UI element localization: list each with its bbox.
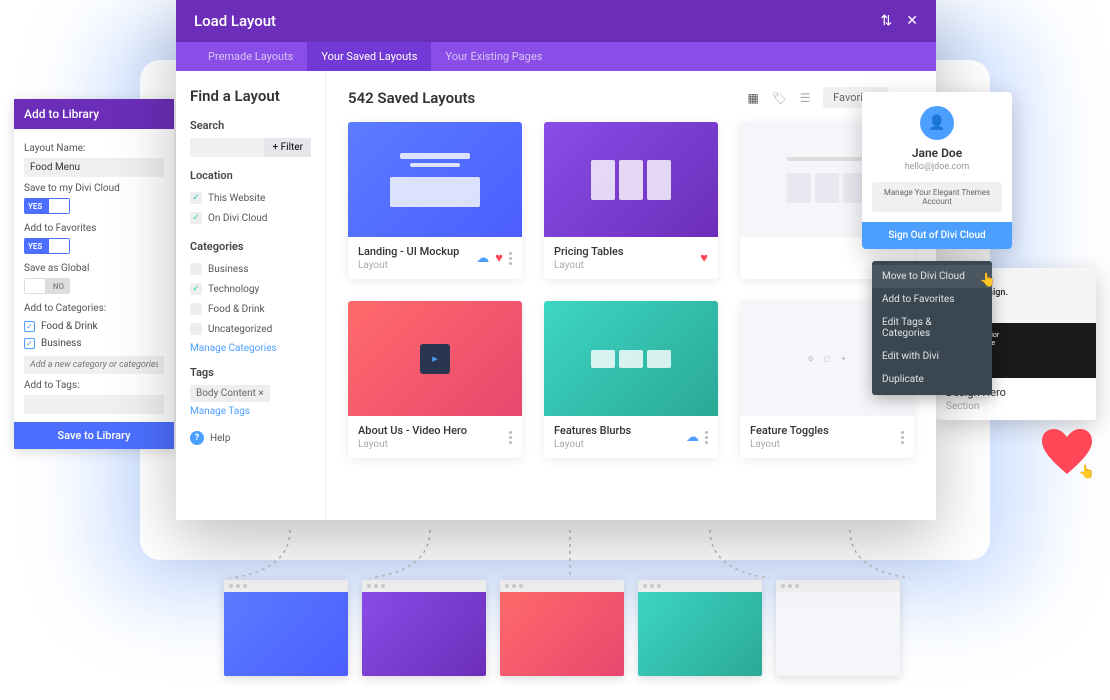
- add-fav-label: Add to Favorites: [24, 223, 164, 234]
- card-menu-icon[interactable]: [901, 431, 904, 444]
- cat-row[interactable]: ✓Food & Drink: [24, 318, 164, 335]
- tab-premade[interactable]: Premade Layouts: [194, 42, 307, 71]
- mini-thumb[interactable]: [638, 580, 762, 676]
- library-header: Add to Library: [14, 99, 174, 129]
- category-option[interactable]: Business: [190, 259, 311, 279]
- mini-thumb[interactable]: [362, 580, 486, 676]
- help-link[interactable]: ?Help: [190, 431, 311, 445]
- menu-item-edit-tags[interactable]: Edit Tags & Categories: [872, 311, 992, 345]
- grid-view-icon[interactable]: ▦: [745, 90, 761, 106]
- help-icon: ?: [190, 431, 204, 445]
- location-option[interactable]: ✓On Divi Cloud: [190, 208, 311, 228]
- mini-thumb[interactable]: [500, 580, 624, 676]
- card-menu-icon[interactable]: [705, 431, 708, 444]
- layout-card[interactable]: Landing - UI MockupLayout☁♥: [348, 122, 522, 279]
- menu-item-edit-divi[interactable]: Edit with Divi: [872, 345, 992, 368]
- location-option[interactable]: ✓This Website: [190, 188, 311, 208]
- cursor-icon: 👆: [1079, 465, 1095, 480]
- content-title: 542 Saved Layouts: [348, 89, 475, 107]
- account-popup: 👤 Jane Doe hello@jdoe.com Manage Your El…: [862, 92, 1012, 249]
- card-thumbnail: [544, 301, 718, 416]
- list-view-icon[interactable]: ☰: [797, 90, 813, 106]
- mini-thumbnail-strip: [224, 580, 900, 676]
- menu-item-duplicate[interactable]: Duplicate: [872, 368, 992, 391]
- search-input[interactable]: [190, 138, 264, 157]
- add-tags-label: Add to Tags:: [24, 380, 164, 391]
- manage-categories-link[interactable]: Manage Categories: [190, 343, 311, 354]
- card-menu-icon[interactable]: [509, 252, 512, 265]
- sidebar-title: Find a Layout: [190, 87, 311, 105]
- tags-input[interactable]: [24, 395, 164, 414]
- menu-item-move-cloud[interactable]: Move to Divi Cloud: [872, 265, 992, 288]
- card-thumbnail: [348, 122, 522, 237]
- tab-existing[interactable]: Your Existing Pages: [431, 42, 556, 71]
- heart-icon: ♥: [700, 250, 708, 266]
- cat-row[interactable]: ✓Business: [24, 335, 164, 352]
- sort-icon[interactable]: ⇅: [881, 13, 893, 29]
- add-cat-label: Add to Categories:: [24, 303, 164, 314]
- cursor-icon: 👆: [980, 273, 996, 288]
- heart-icon: ♥: [495, 250, 503, 266]
- account-email: hello@jdoe.com: [862, 162, 1012, 172]
- filter-button[interactable]: + Filter: [264, 138, 311, 157]
- save-to-library-button[interactable]: Save to Library: [14, 422, 174, 449]
- sign-out-button[interactable]: Sign Out of Divi Cloud: [862, 222, 1012, 249]
- account-name: Jane Doe: [862, 146, 1012, 160]
- layout-card[interactable]: Features BlurbsLayout☁: [544, 301, 718, 458]
- save-global-label: Save as Global: [24, 263, 164, 274]
- modal-title: Load Layout: [194, 12, 276, 30]
- modal-tabs: Premade Layouts Your Saved Layouts Your …: [176, 42, 936, 71]
- save-cloud-label: Save to my Divi Cloud: [24, 183, 164, 194]
- mini-thumb[interactable]: [776, 580, 900, 676]
- manage-tags-link[interactable]: Manage Tags: [190, 406, 311, 417]
- add-fav-toggle[interactable]: YES: [24, 238, 70, 254]
- layout-card[interactable]: Pricing TablesLayout♥: [544, 122, 718, 279]
- tab-saved[interactable]: Your Saved Layouts: [307, 42, 431, 71]
- connector-lines: [230, 530, 910, 580]
- category-option[interactable]: Food & Drink: [190, 299, 311, 319]
- avatar: 👤: [920, 106, 954, 140]
- category-option[interactable]: Uncategorized: [190, 319, 311, 339]
- layout-name-input[interactable]: [24, 158, 164, 177]
- tag-view-icon[interactable]: 🏷: [771, 90, 787, 106]
- layout-card[interactable]: ▶ About Us - Video HeroLayout: [348, 301, 522, 458]
- new-category-input[interactable]: [24, 356, 164, 374]
- card-menu-icon[interactable]: [509, 431, 512, 444]
- cloud-icon: ☁: [476, 251, 489, 266]
- menu-item-add-fav[interactable]: Add to Favorites: [872, 288, 992, 311]
- card-thumbnail: [544, 122, 718, 237]
- filter-sidebar: Find a Layout Search + Filter Location ✓…: [176, 71, 326, 520]
- category-option[interactable]: ✓Technology: [190, 279, 311, 299]
- manage-account-button[interactable]: Manage Your Elegant Themes Account: [872, 182, 1002, 212]
- context-menu: Move to Divi Cloud Add to Favorites Edit…: [872, 261, 992, 395]
- load-layout-modal: Load Layout ⇅ ✕ Premade Layouts Your Sav…: [176, 0, 936, 520]
- save-global-toggle[interactable]: NO: [24, 278, 70, 294]
- add-to-library-panel: Add to Library Layout Name: Save to my D…: [14, 99, 174, 449]
- card-thumbnail: ▶: [348, 301, 522, 416]
- layout-name-label: Layout Name:: [24, 143, 164, 154]
- tag-chip[interactable]: Body Content ×: [190, 385, 270, 402]
- save-cloud-toggle[interactable]: YES: [24, 198, 70, 214]
- mini-thumb[interactable]: [224, 580, 348, 676]
- close-icon[interactable]: ✕: [906, 13, 918, 29]
- cloud-icon: ☁: [686, 430, 699, 445]
